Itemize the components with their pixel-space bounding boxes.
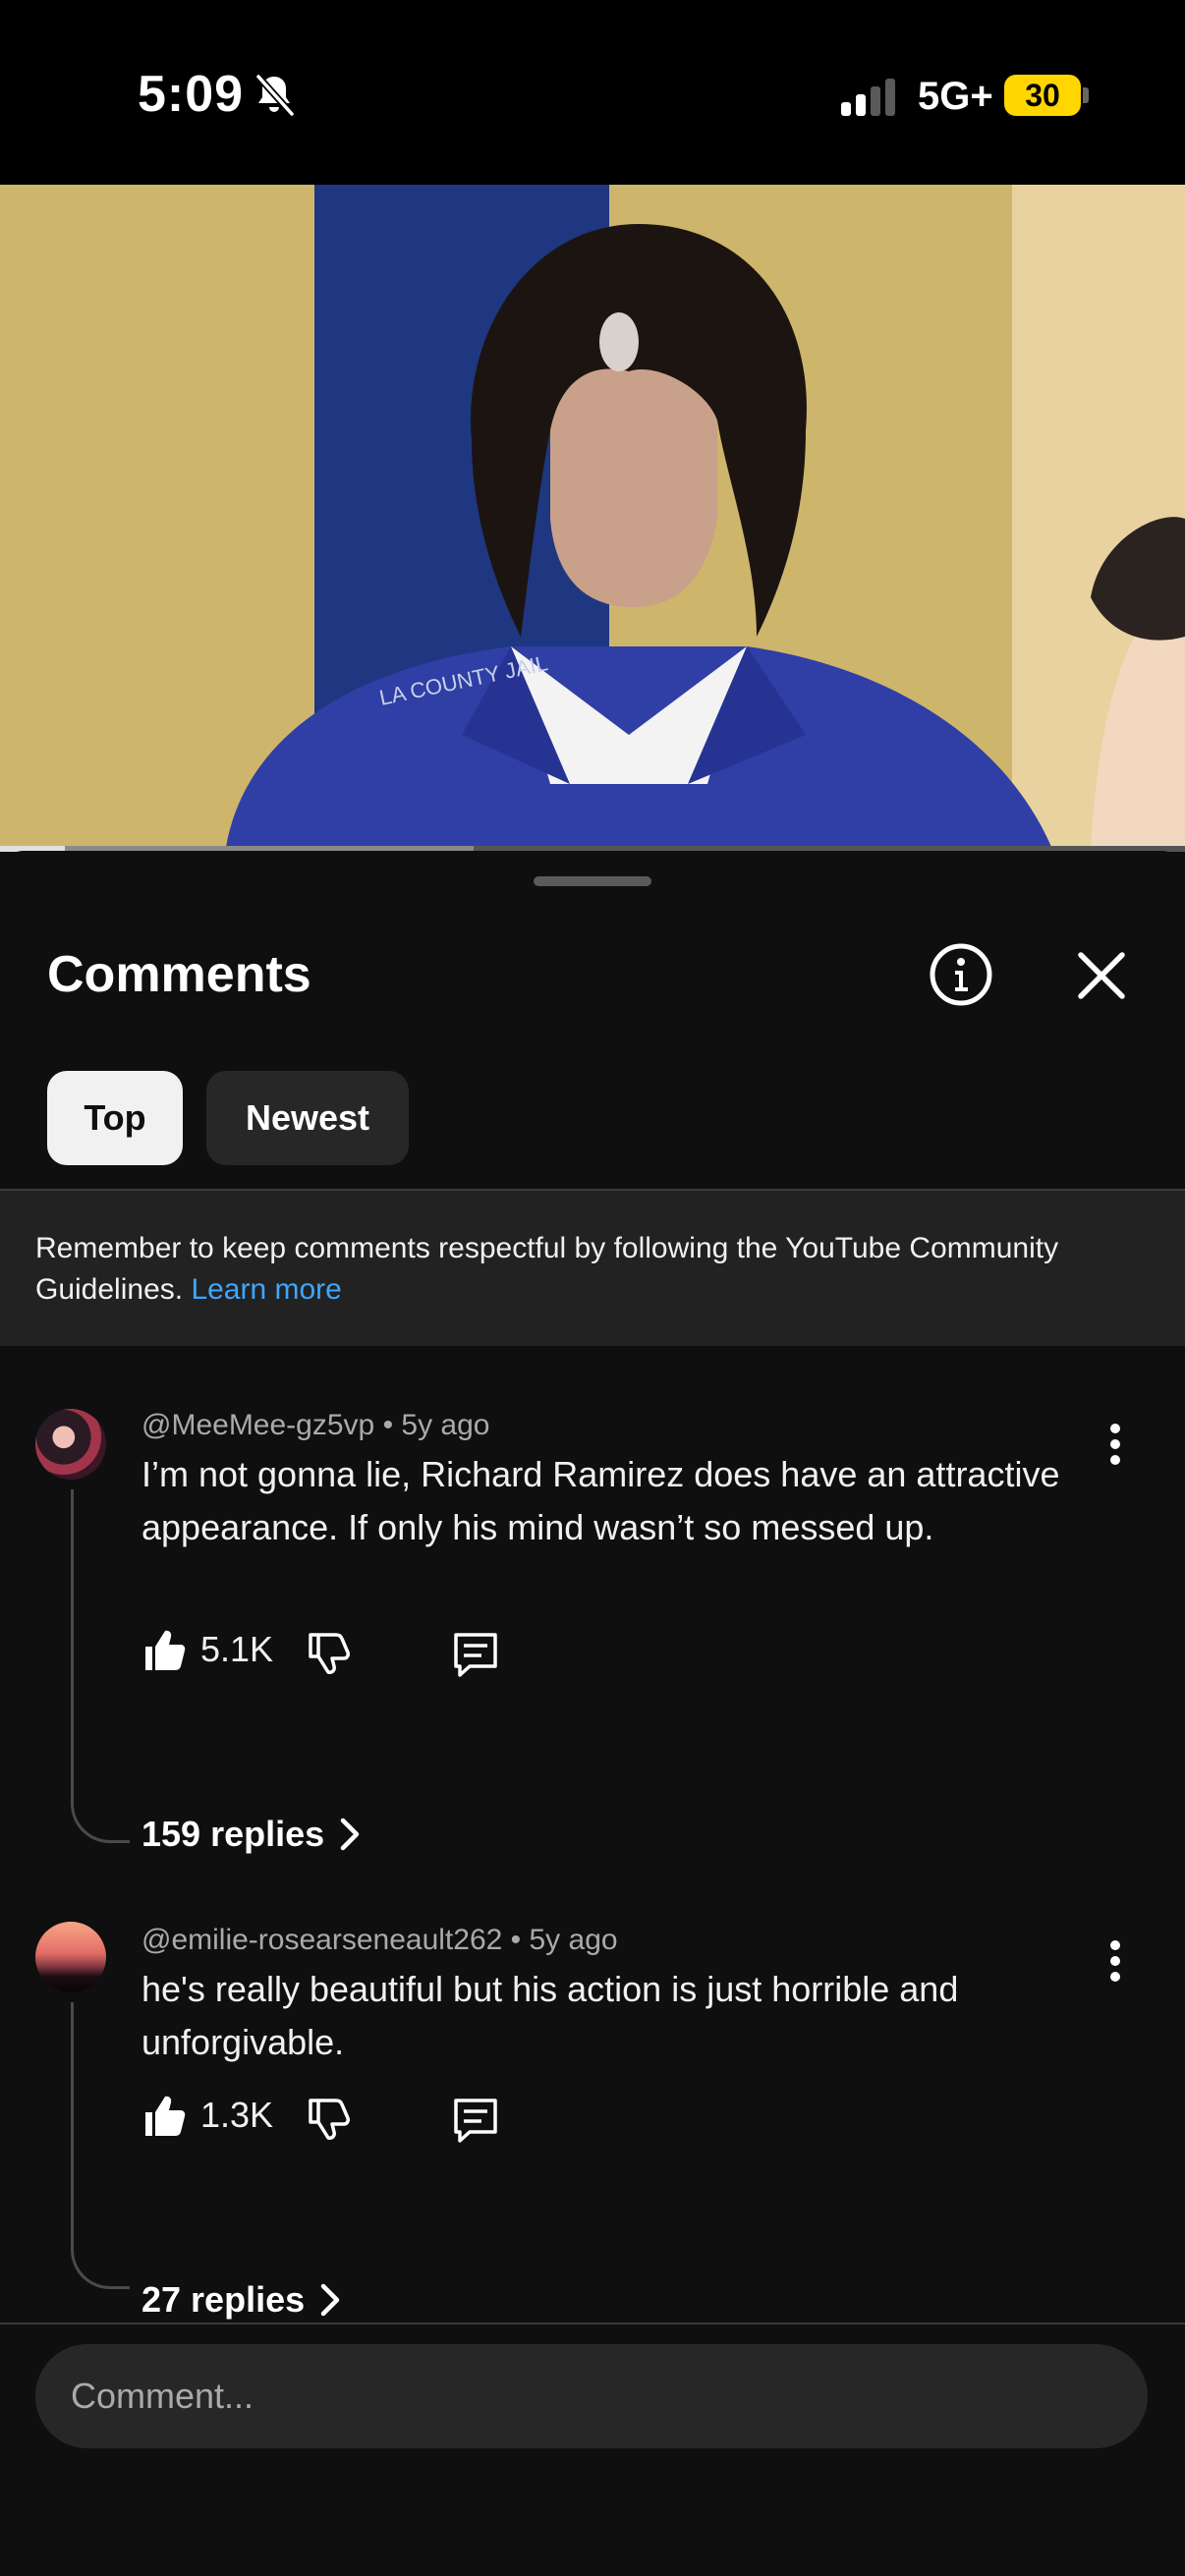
drag-handle[interactable] (534, 876, 651, 886)
comment-age: 5y ago (401, 1409, 490, 1441)
comments-sheet: Comments Top Newest Remember to keep com… (0, 851, 1185, 2576)
comments-title: Comments (47, 946, 311, 1003)
thread-line (71, 1489, 130, 1843)
learn-more-link[interactable]: Learn more (191, 1273, 341, 1306)
status-time: 5:09 (138, 66, 245, 123)
close-icon[interactable] (1067, 941, 1136, 1010)
like-icon[interactable] (141, 2093, 187, 2138)
bell-slash-icon (255, 74, 295, 117)
reply-icon[interactable] (450, 2095, 501, 2146)
community-guidelines-banner: Remember to keep comments respectful by … (0, 1189, 1185, 1346)
guidelines-message: Remember to keep comments respectful by … (35, 1232, 1059, 1306)
replies-button[interactable]: 27 replies (141, 2279, 342, 2321)
comment-author[interactable]: @emilie-rosearseneault262 (141, 1924, 502, 1956)
status-bar: 5:09 5G+ 30 (0, 0, 1185, 185)
composer-divider (0, 2323, 1185, 2324)
replies-count: 27 replies (141, 2279, 306, 2320)
filter-chip-top[interactable]: Top (47, 1071, 183, 1165)
like-count: 1.3K (200, 2095, 274, 2135)
guidelines-text: Remember to keep comments respectful by … (35, 1228, 1156, 1311)
network-label: 5G+ (918, 75, 993, 118)
comment-thread: @MeeMee-gz5vp • 5y ago I’m not gonna lie… (0, 1397, 1185, 1908)
thread-line (71, 2002, 130, 2289)
comment-meta: @emilie-rosearseneault262 • 5y ago (141, 1924, 618, 1957)
filter-chip-newest[interactable]: Newest (206, 1071, 409, 1165)
battery-icon: 30 (1004, 75, 1081, 116)
replies-count: 159 replies (141, 1814, 325, 1854)
like-icon[interactable] (141, 1627, 187, 1672)
comment-author[interactable]: @MeeMee-gz5vp (141, 1409, 374, 1441)
dislike-icon[interactable] (305, 1631, 350, 1676)
replies-button[interactable]: 159 replies (141, 1814, 362, 1855)
chevron-right-icon (340, 1818, 360, 1851)
comment-age: 5y ago (529, 1924, 618, 1956)
info-icon[interactable] (928, 941, 994, 1008)
avatar[interactable] (35, 1409, 106, 1480)
comment-text: I’m not gonna lie, Richard Ramirez does … (141, 1454, 1060, 1547)
meta-separator: • (510, 1924, 530, 1956)
dislike-icon[interactable] (305, 2097, 350, 2142)
more-options-icon[interactable] (1100, 1415, 1130, 1474)
battery-tip (1083, 87, 1089, 103)
chevron-right-icon (320, 2283, 340, 2317)
cellular-signal-icon (841, 79, 895, 116)
like-count: 5.1K (200, 1629, 274, 1669)
comment-input[interactable] (35, 2344, 1148, 2448)
comment-text: he's really beautiful but his action is … (141, 1969, 959, 2062)
more-options-icon[interactable] (1100, 1932, 1130, 1990)
comment-meta: @MeeMee-gz5vp • 5y ago (141, 1409, 489, 1442)
avatar[interactable] (35, 1922, 106, 1992)
reply-icon[interactable] (450, 1629, 501, 1680)
video-player[interactable]: LA COUNTY JAIL (0, 185, 1185, 847)
comment-thread: @emilie-rosearseneault262 • 5y ago he's … (0, 1916, 1185, 2348)
meta-separator: • (382, 1409, 402, 1441)
video-frame: LA COUNTY JAIL (0, 185, 1185, 847)
